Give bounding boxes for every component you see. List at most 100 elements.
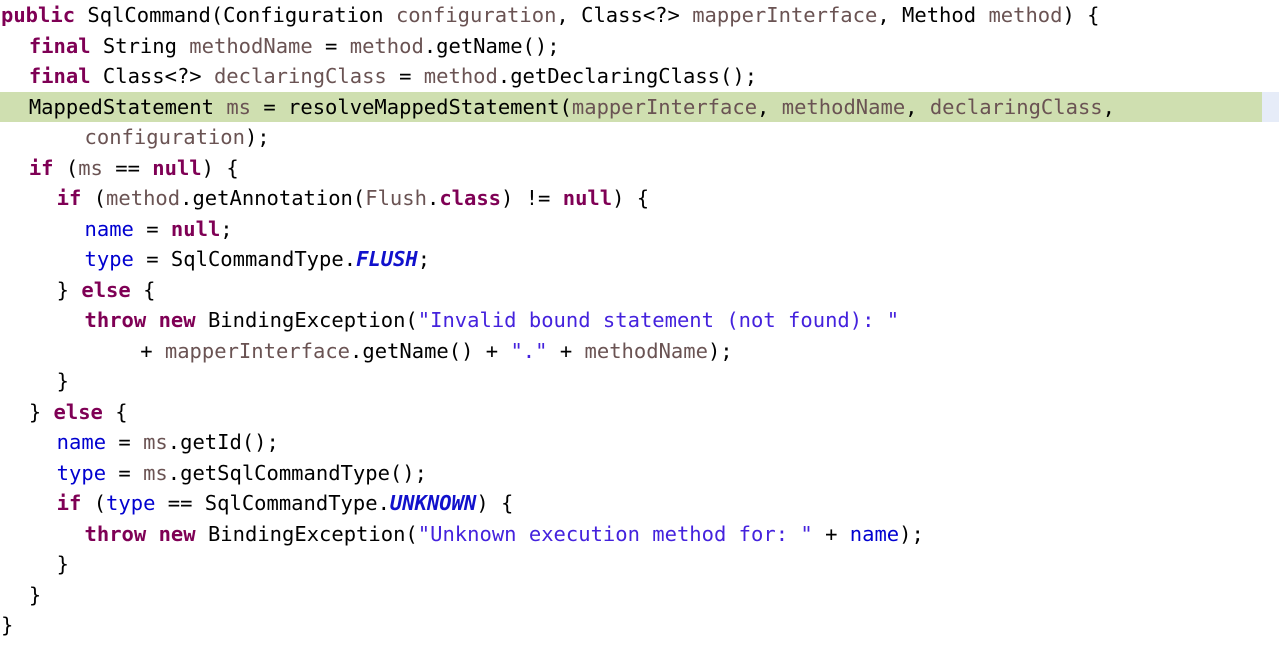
code-token-keyword: else [53, 399, 103, 424]
code-token-keyword: public [1, 3, 76, 27]
code-line-content: configuration); [1, 125, 270, 149]
code-editor-viewport[interactable]: public SqlCommand(Configuration configur… [0, 0, 1279, 652]
code-line-content: public SqlCommand(Configuration configur… [1, 3, 1100, 27]
code-token-plain: ); [899, 521, 924, 546]
code-token-plain: ) { [201, 155, 239, 180]
code-token-keyword: if [56, 186, 82, 210]
code-token-field: name [84, 216, 134, 241]
code-line[interactable]: } else { [0, 397, 1279, 428]
code-line-content: type = SqlCommandType.FLUSH; [1, 247, 431, 271]
code-token-string: "Invalid bound statement (not found): " [417, 308, 900, 332]
code-token-param: method [423, 64, 498, 88]
code-line[interactable]: } [0, 610, 1279, 641]
code-token-plain: Class<?> [581, 3, 680, 27]
code-token-plain: ) != [501, 186, 563, 210]
code-token-param: ms [78, 155, 103, 180]
code-line[interactable]: if (method.getAnnotation(Flush.class) !=… [0, 183, 1279, 214]
code-token-plain: ) { [1062, 3, 1100, 27]
code-line[interactable]: } [0, 366, 1279, 397]
code-token-plain: = [106, 460, 144, 485]
code-token-plain: ); [707, 338, 733, 363]
code-line[interactable]: } [0, 580, 1279, 611]
code-token-param: configuration [84, 125, 245, 149]
code-line-content: type = ms.getSqlCommandType(); [1, 461, 427, 485]
code-token-plain: MappedStatement [28, 94, 227, 119]
code-token-plain: . [426, 186, 440, 210]
code-token-param: declaringClass [213, 64, 387, 88]
code-token-keyword: null [152, 155, 202, 180]
code-token-plain: .getDeclaringClass(); [497, 64, 758, 88]
code-token-param: mapperInterface [571, 94, 758, 119]
code-line[interactable]: } [0, 549, 1279, 580]
code-line-content: name = ms.getId(); [1, 430, 279, 454]
code-line[interactable]: type = ms.getSqlCommandType(); [0, 458, 1279, 489]
code-token-param: ms [143, 430, 168, 454]
code-token-string: "." [510, 338, 548, 363]
code-line[interactable]: + mapperInterface.getName() + "." + meth… [0, 336, 1279, 367]
code-line[interactable]: throw new BindingException("Invalid boun… [0, 305, 1279, 336]
code-token-plain: .getAnnotation( [180, 186, 366, 210]
code-token-keyword: final [28, 33, 91, 58]
code-line-content: } [1, 583, 41, 607]
code-token-field: name [849, 521, 900, 546]
code-token-param: Flush [365, 186, 427, 210]
code-token-plain: , [757, 94, 782, 119]
code-token-plain: + [140, 338, 165, 363]
code-token-plain: Class<?> [90, 64, 214, 88]
code-token-param: method [349, 33, 424, 58]
code-token-static: UNKNOWN [389, 491, 477, 515]
code-token-plain: String [90, 33, 190, 58]
code-line-content: if (ms == null) { [1, 156, 239, 180]
code-line[interactable]: public SqlCommand(Configuration configur… [0, 0, 1279, 31]
code-token-plain: = [106, 430, 144, 454]
code-token-keyword: throw [84, 521, 147, 546]
code-token-plain: ; [220, 216, 233, 241]
code-line-content: } [1, 613, 13, 637]
code-line[interactable]: type = SqlCommandType.FLUSH; [0, 244, 1279, 275]
code-token-plain: ( [81, 186, 107, 210]
code-token-plain: , [1102, 94, 1115, 119]
code-token-keyword: class [439, 186, 502, 210]
code-token-param: method [988, 3, 1063, 27]
code-token-plain: = resolveMappedStatement( [251, 94, 572, 119]
code-line[interactable]: name = null; [0, 214, 1279, 245]
code-line[interactable]: if (type == SqlCommandType.UNKNOWN) { [0, 488, 1279, 519]
code-line-content: final String methodName = method.getName… [1, 34, 560, 58]
code-token-plain: , [556, 3, 582, 27]
code-token-plain: = [312, 33, 350, 58]
code-token-plain: SqlCommand( [87, 3, 224, 27]
code-token-plain: } [56, 277, 82, 302]
code-token-keyword: if [56, 491, 82, 515]
code-token-plain: BindingException( [195, 308, 418, 332]
code-line[interactable]: final String methodName = method.getName… [0, 31, 1279, 62]
code-token-param: methodName [781, 94, 906, 119]
code-token-plain: Configuration [223, 3, 384, 27]
code-line-content: } else { [1, 400, 128, 424]
code-token-keyword: new [158, 521, 196, 546]
code-line[interactable]: configuration); [0, 122, 1279, 153]
code-token-param: declaringClass [929, 94, 1103, 119]
code-token-string: "Unknown execution method for: " [417, 521, 813, 546]
code-token-param: configuration [395, 3, 557, 27]
code-token-plain: , [877, 3, 903, 27]
code-line-content: final Class<?> declaringClass = method.g… [1, 64, 757, 88]
code-token-plain: ( [81, 491, 107, 515]
code-line-content: if (method.getAnnotation(Flush.class) !=… [1, 186, 649, 210]
code-line[interactable]: throw new BindingException("Unknown exec… [0, 519, 1279, 550]
code-token-plain: { [130, 277, 156, 302]
code-line[interactable]: name = ms.getId(); [0, 427, 1279, 458]
code-line[interactable]: } else { [0, 275, 1279, 306]
code-token-keyword: throw [84, 308, 147, 332]
code-token-plain: = SqlCommandType. [133, 247, 357, 271]
code-token-plain: .getId(); [167, 430, 279, 454]
code-line[interactable]: final Class<?> declaringClass = method.g… [0, 61, 1279, 92]
code-line[interactable]: MappedStatement ms = resolveMappedStatem… [0, 91, 1279, 122]
code-line[interactable]: if (ms == null) { [0, 153, 1279, 184]
code-token-param: mapperInterface [164, 338, 351, 363]
code-token-plain: = [133, 216, 171, 241]
